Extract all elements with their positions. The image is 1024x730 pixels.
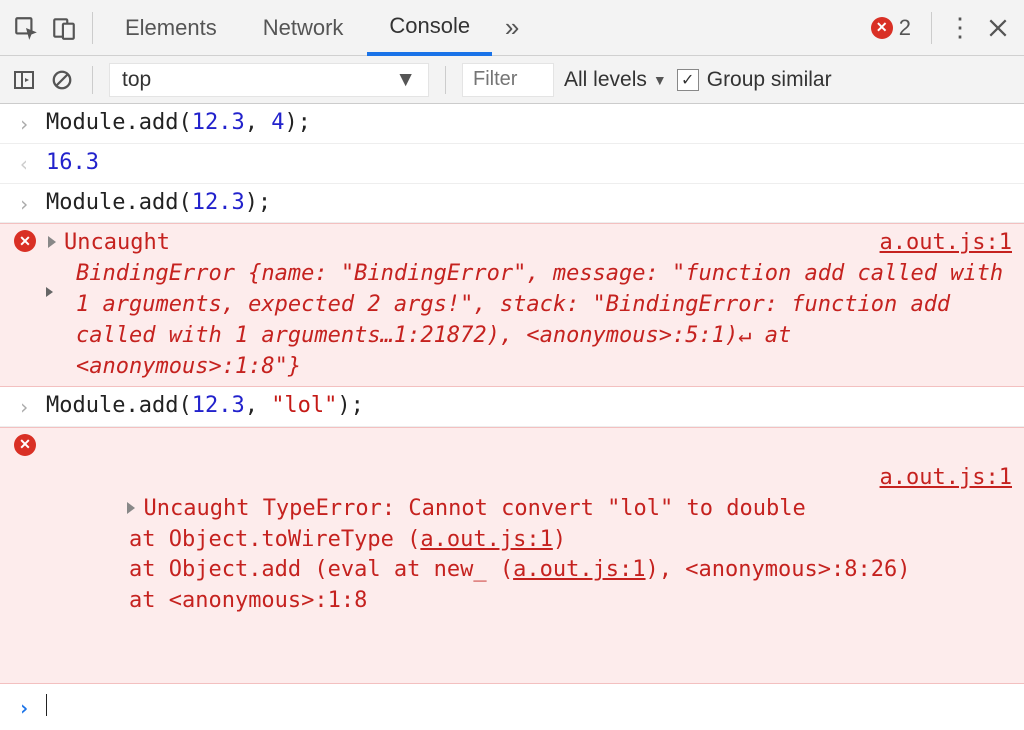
- error-object: BindingError {name: "BindingError", mess…: [76, 261, 1003, 378]
- disclosure-triangle-icon[interactable]: [127, 502, 135, 514]
- console-input-text: Module.add(12.3, 4);: [46, 108, 1012, 139]
- inspect-icon[interactable]: [8, 10, 44, 46]
- context-selector[interactable]: top ▼: [109, 63, 429, 97]
- console-error-text[interactable]: a.out.js:1 Uncaught TypeError: Cannot co…: [48, 432, 1012, 678]
- tab-elements[interactable]: Elements: [103, 0, 239, 56]
- console-input-text: Module.add(12.3, "lol");: [46, 391, 1012, 422]
- log-levels-label: All levels: [564, 68, 647, 92]
- filter-input[interactable]: [462, 63, 554, 97]
- console-input-row: › Module.add(12.3, "lol");: [0, 387, 1024, 427]
- input-chevron-icon: ›: [14, 188, 34, 218]
- text-caret: [46, 694, 47, 716]
- disclosure-triangle-icon[interactable]: [48, 236, 56, 248]
- device-toolbar-icon[interactable]: [46, 10, 82, 46]
- group-similar-toggle[interactable]: ✓ Group similar: [677, 68, 832, 92]
- source-location-link[interactable]: a.out.js:1: [420, 527, 552, 552]
- separator: [92, 12, 93, 44]
- close-icon[interactable]: [980, 10, 1016, 46]
- console-error-row: ✕ a.out.js:1 Uncaught TypeError: Cannot …: [0, 427, 1024, 683]
- devtools-tabbar: Elements Network Console » ✕ 2 ⋮: [0, 0, 1024, 56]
- chevron-down-icon: ▼: [653, 72, 667, 88]
- input-chevron-icon: ›: [14, 108, 34, 138]
- error-count-badge[interactable]: ✕ 2: [861, 15, 921, 41]
- error-icon: ✕: [14, 230, 36, 252]
- separator: [445, 66, 446, 94]
- input-chevron-icon: ›: [14, 391, 34, 421]
- source-location-link[interactable]: a.out.js:1: [880, 463, 1012, 494]
- error-icon: ✕: [14, 434, 36, 456]
- source-location-link[interactable]: a.out.js:1: [880, 228, 1012, 259]
- disclosure-triangle-icon[interactable]: [46, 287, 53, 297]
- console-input-row: › Module.add(12.3);: [0, 184, 1024, 224]
- log-levels-selector[interactable]: All levels ▼: [564, 68, 667, 92]
- kebab-menu-icon[interactable]: ⋮: [942, 10, 978, 46]
- console-return-value: 16.3: [46, 148, 1012, 179]
- prompt-chevron-icon: ›: [14, 692, 34, 722]
- console-return-row: ‹ 16.3: [0, 144, 1024, 184]
- source-location-link[interactable]: a.out.js:1: [513, 557, 645, 582]
- group-similar-label: Group similar: [707, 68, 832, 92]
- console-prompt-row[interactable]: ›: [0, 684, 1024, 727]
- error-dot-icon: ✕: [871, 17, 893, 39]
- separator: [931, 12, 932, 44]
- more-tabs-icon[interactable]: »: [494, 10, 530, 46]
- context-value: top: [122, 68, 151, 92]
- console-log: › Module.add(12.3, 4); ‹ 16.3 › Module.a…: [0, 104, 1024, 726]
- error-count: 2: [899, 15, 911, 41]
- console-toolbar: top ▼ All levels ▼ ✓ Group similar: [0, 56, 1024, 104]
- checkbox-checked-icon: ✓: [677, 69, 699, 91]
- console-error-text[interactable]: a.out.js:1 Uncaught BindingError {name: …: [48, 228, 1012, 382]
- separator: [92, 66, 93, 94]
- console-input-text: Module.add(12.3);: [46, 188, 1012, 219]
- show-sidebar-icon[interactable]: [10, 66, 38, 94]
- return-chevron-icon: ‹: [14, 148, 34, 178]
- console-error-row: ✕ a.out.js:1 Uncaught BindingError {name…: [0, 223, 1024, 387]
- console-input-row: › Module.add(12.3, 4);: [0, 104, 1024, 144]
- tab-network[interactable]: Network: [241, 0, 366, 56]
- console-prompt-input[interactable]: [46, 692, 1012, 723]
- chevron-down-icon: ▼: [395, 68, 416, 92]
- clear-console-icon[interactable]: [48, 66, 76, 94]
- tab-console[interactable]: Console: [367, 0, 492, 56]
